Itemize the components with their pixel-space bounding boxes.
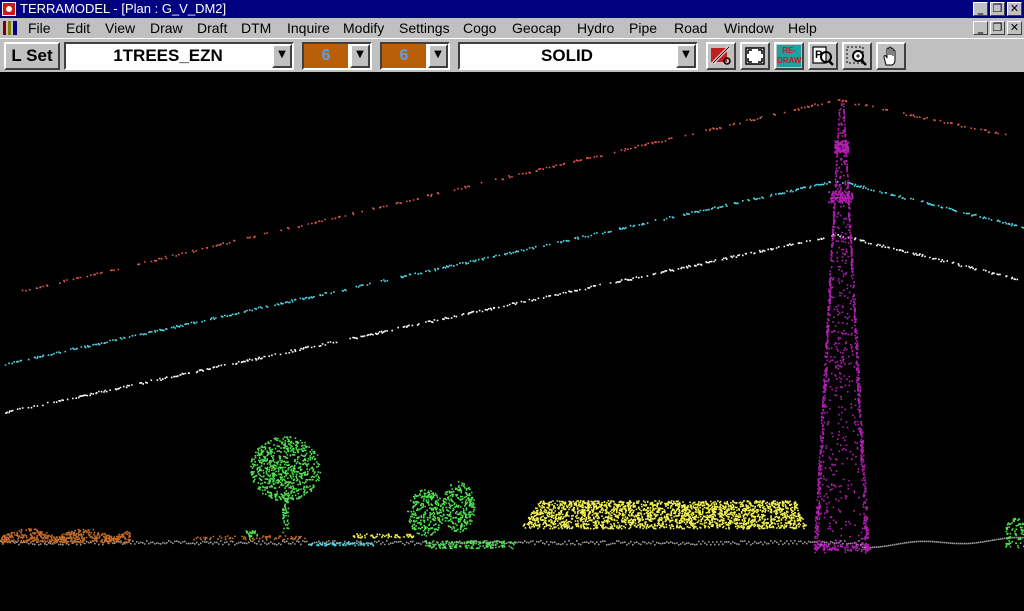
linetype-select[interactable]: SOLID ▼ (458, 42, 698, 70)
zoom-window-button[interactable] (842, 42, 872, 70)
redraw-icon: RE- DRAW (777, 45, 801, 67)
pan-button[interactable] (876, 42, 906, 70)
toolbar: L Set 1TREES_EZN ▼ 6 ▼ 6 ▼ SOLID ▼ RE- D… (0, 38, 1024, 72)
menu-cogo[interactable]: Cogo (463, 18, 496, 38)
color-select-2[interactable]: 6 ▼ (380, 42, 450, 70)
pen-settings-button[interactable] (706, 42, 736, 70)
menu-draw[interactable]: Draw (150, 18, 183, 38)
color-select-1[interactable]: 6 ▼ (302, 42, 372, 70)
zoom-previous-button[interactable]: P (808, 42, 838, 70)
window-title: TERRAMODEL - [Plan : G_V_DM2] (20, 1, 227, 16)
menu-geocap[interactable]: Geocap (512, 18, 561, 38)
color-select-1-value: 6 (304, 44, 348, 68)
zoom-window-icon (846, 46, 867, 66)
linetype-select-value: SOLID (541, 46, 593, 65)
zoom-previous-icon: P (812, 46, 834, 66)
top-wire-points (21, 99, 1007, 292)
menu-file[interactable]: File (28, 18, 51, 38)
menu-road[interactable]: Road (674, 18, 707, 38)
menu-bar: File Edit View Draw Draft DTM Inquire Mo… (0, 18, 1024, 38)
transmission-tower-points (813, 103, 872, 554)
minimize-icon[interactable]: _ (973, 21, 988, 35)
dropdown-arrow-icon[interactable]: ▼ (272, 44, 292, 68)
color-select-2-value: 6 (382, 44, 426, 68)
dropdown-arrow-icon[interactable]: ▼ (676, 44, 696, 68)
menu-settings[interactable]: Settings (399, 18, 450, 38)
redraw-label-bottom: DRAW (777, 56, 802, 65)
layer-select[interactable]: 1TREES_EZN ▼ (64, 42, 294, 70)
menu-pipe[interactable]: Pipe (629, 18, 657, 38)
layer-set-button[interactable]: L Set (4, 42, 60, 70)
middle-wire-points (4, 181, 1024, 366)
menu-dtm[interactable]: DTM (241, 18, 271, 38)
menu-help[interactable]: Help (788, 18, 817, 38)
restore-icon[interactable]: ❐ (990, 21, 1005, 35)
menu-inquire[interactable]: Inquire (287, 18, 330, 38)
menu-hydro[interactable]: Hydro (577, 18, 614, 38)
redraw-button[interactable]: RE- DRAW (774, 42, 804, 70)
restore-icon[interactable]: ❐ (990, 2, 1005, 16)
title-bar: TERRAMODEL - [Plan : G_V_DM2] _ ❐ ✕ (0, 0, 1024, 18)
menu-view[interactable]: View (105, 18, 135, 38)
dropdown-arrow-icon[interactable]: ▼ (428, 44, 448, 68)
redraw-label-top: RE- (782, 46, 796, 55)
pan-hand-icon (883, 46, 896, 66)
menu-draft[interactable]: Draft (197, 18, 227, 38)
vegetation-points (245, 436, 1024, 550)
zoom-extents-icon (745, 47, 765, 65)
ground-points (0, 528, 1024, 549)
building-points (308, 500, 807, 547)
dropdown-arrow-icon[interactable]: ▼ (350, 44, 370, 68)
terramodel-app-icon[interactable] (2, 2, 16, 16)
minimize-icon[interactable]: _ (973, 2, 988, 16)
layer-select-value: 1TREES_EZN (113, 46, 223, 65)
menu-edit[interactable]: Edit (66, 18, 90, 38)
pen-settings-icon (711, 45, 731, 65)
document-icon[interactable] (3, 21, 17, 35)
menu-window[interactable]: Window (724, 18, 774, 38)
close-icon[interactable]: ✕ (1007, 21, 1022, 35)
menu-modify[interactable]: Modify (343, 18, 384, 38)
zoom-extents-button[interactable] (740, 42, 770, 70)
drawing-canvas[interactable] (0, 72, 1024, 611)
point-cloud-view[interactable] (0, 72, 1024, 611)
close-icon[interactable]: ✕ (1007, 2, 1022, 16)
